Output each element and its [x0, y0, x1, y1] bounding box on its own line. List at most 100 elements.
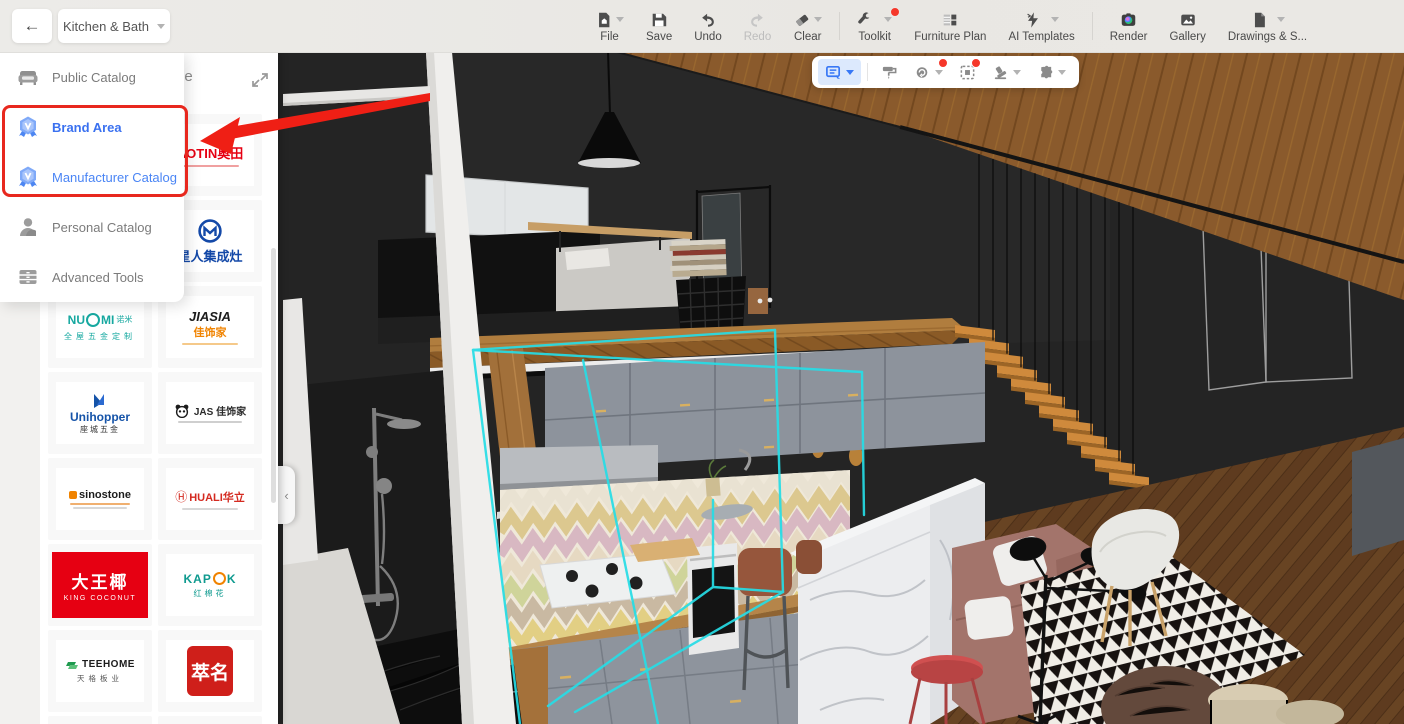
panel-scrollbar[interactable]: [271, 248, 276, 503]
brand-logo-text: JAS 佳饰家: [193, 407, 247, 418]
menu-item-manufacturer-catalog[interactable]: Manufacturer Catalog: [0, 152, 184, 202]
menu-item-label: Brand Area: [52, 119, 122, 135]
brand-logo-text: 大王椰: [71, 573, 129, 592]
sinostone-mark-icon: [69, 491, 78, 499]
menu-item-brand-area[interactable]: Brand Area: [0, 102, 184, 152]
brand-tagline-bar: [182, 343, 238, 345]
top-toolbar: ← Kitchen & Bath File Save Undo Redo Cle…: [0, 0, 1404, 53]
undo-button[interactable]: Undo: [683, 0, 733, 52]
back-button[interactable]: ←: [12, 9, 52, 43]
brand-tagline-bar: [73, 507, 127, 509]
brand-logo-text: Unihopper: [70, 409, 130, 424]
chevron-down-icon: [884, 17, 893, 22]
panda-icon: [175, 404, 189, 418]
brand-logo-text: AOTIN奥田: [176, 146, 244, 161]
chevron-down-icon: [935, 69, 943, 75]
toolbar-divider: [867, 63, 868, 81]
book-stack[interactable]: [669, 239, 727, 277]
brand-logo-text: 萃名: [190, 661, 229, 684]
annotate-tool-button[interactable]: [818, 59, 861, 85]
person-icon: [20, 218, 36, 236]
save-button[interactable]: Save: [635, 0, 683, 52]
undo-icon: [702, 13, 714, 27]
replace-material-tool-button[interactable]: [907, 58, 950, 85]
toolbar-divider: [1091, 12, 1093, 40]
gallery-button[interactable]: Gallery: [1158, 0, 1216, 52]
brand-tile-teehome[interactable]: TEEHOME 天格板业: [48, 630, 152, 712]
ai-flash-icon: [1027, 11, 1039, 28]
brand-tile-sinostone[interactable]: sinostone: [48, 458, 152, 540]
file-button[interactable]: File: [584, 0, 635, 52]
brand-logo-text: K: [226, 571, 237, 586]
catalog-menu: Public Catalog Brand Area Manufacturer C…: [0, 52, 184, 302]
menu-item-label: Advanced Tools: [52, 269, 144, 285]
puzzle-icon: [1041, 65, 1053, 78]
toolbar-divider: [839, 12, 841, 40]
brand-tagline-bar: [70, 503, 130, 505]
stamp-icon: [994, 65, 1007, 79]
brand-tile[interactable]: [158, 716, 262, 724]
menu-item-label: Public Catalog: [52, 69, 136, 85]
brand-tile-jas[interactable]: JAS 佳饰家: [158, 372, 262, 454]
brand-tile-unihopper[interactable]: Unihopper 座城五金: [48, 372, 152, 454]
collapse-chevron-icon: ‹: [284, 487, 289, 503]
brand-badge-icon: [19, 116, 37, 137]
batch-select-tool-button[interactable]: [952, 58, 983, 85]
brand-tile-seal[interactable]: 萃名: [158, 630, 262, 712]
ai-templates-button[interactable]: AI Templates: [997, 0, 1085, 52]
loft-bed[interactable]: [378, 230, 690, 344]
brand-tile-dawangye[interactable]: 大王椰 KING COCONUT: [48, 544, 152, 626]
brand-tagline-bar: [182, 508, 238, 510]
furniture-plan-button[interactable]: Furniture Plan: [903, 0, 997, 52]
render-button[interactable]: Render: [1099, 0, 1159, 52]
nuomi-o-icon: [86, 312, 100, 327]
chevron-down-icon: [846, 69, 854, 75]
furniture-plan-icon: [944, 14, 957, 25]
paint-roller-tool-button[interactable]: [874, 59, 905, 85]
chevron-down-icon: [1051, 17, 1060, 22]
menu-item-personal-catalog[interactable]: Personal Catalog: [0, 202, 184, 252]
brand-tile[interactable]: [48, 716, 152, 724]
chevron-down-icon: [1058, 69, 1066, 75]
bench[interactable]: [1352, 438, 1404, 556]
chevron-down-icon: [814, 17, 823, 22]
viewport-toolbar: [812, 56, 1079, 88]
chevron-down-icon: [616, 17, 624, 22]
brand-logo-text: TEEHOME: [82, 658, 135, 670]
menu-item-public-catalog[interactable]: Public Catalog: [0, 52, 184, 102]
annotate-icon: [826, 65, 841, 79]
brand-logo-text: sinostone: [79, 489, 131, 501]
drawings-button[interactable]: Drawings & S...: [1217, 0, 1318, 52]
render-camera-icon: [1121, 12, 1136, 26]
brand-logo-text: 星人集成灶: [177, 248, 243, 264]
wrench-icon: [858, 11, 870, 24]
category-selector[interactable]: Kitchen & Bath: [58, 9, 170, 43]
brand-subline: 天格板业: [77, 674, 123, 683]
category-label: Kitchen & Bath: [63, 18, 149, 34]
document-icon: [1254, 12, 1265, 27]
redo-button: Redo: [733, 0, 783, 52]
paint-roller-icon: [882, 66, 897, 79]
brand-subline: KING COCONUT: [63, 595, 137, 602]
brand-logo-text: HUALI华立: [189, 491, 245, 504]
brand-logo-cn: 佳饰家: [193, 327, 227, 339]
plugins-tool-button[interactable]: [1030, 59, 1073, 85]
replace-material-icon: [916, 66, 928, 78]
clear-button[interactable]: Clear: [782, 0, 833, 52]
notification-dot: [938, 58, 948, 68]
menu-item-label: Manufacturer Catalog: [52, 169, 178, 185]
brand-logo-cn: 诺米: [116, 315, 133, 324]
brand-logo-text: NU: [67, 312, 85, 327]
brand-tagline-bar: [181, 165, 239, 167]
menu-item-advanced-tools[interactable]: Advanced Tools: [0, 252, 184, 302]
unihopper-logo-icon: [94, 393, 104, 408]
expand-icon[interactable]: [250, 70, 270, 90]
file-icon: [599, 12, 610, 27]
toolkit-button[interactable]: Toolkit: [846, 0, 903, 52]
xingren-logo-icon: [198, 218, 222, 243]
chevron-down-icon: [1013, 69, 1021, 75]
panel-collapse-handle[interactable]: ‹: [278, 466, 295, 524]
stamp-tool-button[interactable]: [985, 59, 1028, 85]
brand-tile-huali[interactable]: Ⓗ HUALI华立: [158, 458, 262, 540]
brand-tile-kapok[interactable]: KAP K 红棉花: [158, 544, 262, 626]
